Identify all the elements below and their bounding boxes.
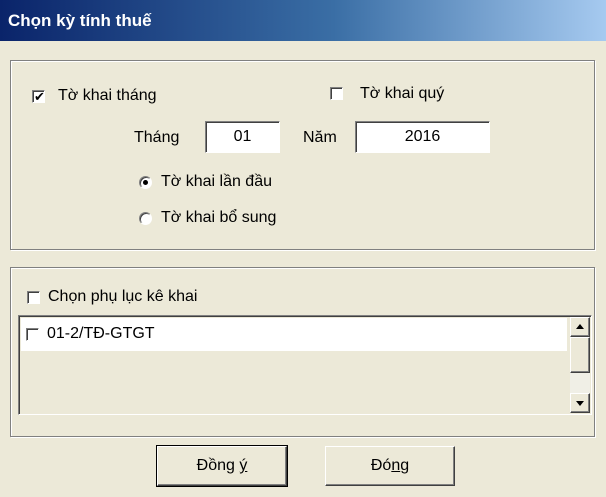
ok-label-start: Đồng	[196, 457, 240, 474]
ok-accelerator: ý	[239, 457, 248, 474]
quarterly-label[interactable]: Tờ khai quý	[360, 84, 444, 104]
close-label-start: Đó	[370, 457, 392, 474]
monthly-label[interactable]: Tờ khai tháng	[58, 86, 157, 106]
month-input[interactable]: 01	[205, 121, 280, 153]
close-accelerator: n	[391, 457, 401, 474]
quarterly-checkbox[interactable]	[330, 87, 343, 100]
radio-selected-dot	[143, 180, 148, 185]
vertical-scrollbar[interactable]	[570, 317, 590, 413]
appendix-checkbox[interactable]	[27, 291, 40, 304]
supplementary-filing-radio[interactable]	[139, 212, 152, 225]
appendix-label[interactable]: Chọn phụ lục kê khai	[48, 287, 197, 307]
monthly-checkbox[interactable]: ✔	[32, 89, 45, 104]
appendix-list[interactable]: 01-2/TĐ-GTGT	[18, 315, 592, 415]
scroll-thumb[interactable]	[570, 337, 590, 373]
close-label-end: g	[400, 457, 410, 474]
arrow-up-icon	[576, 324, 584, 329]
arrow-down-icon	[576, 401, 584, 406]
year-label: Năm	[303, 129, 337, 146]
scroll-up-button[interactable]	[570, 317, 590, 337]
close-button[interactable]: Đóng	[325, 446, 455, 486]
window-title: Chọn kỳ tính thuế	[0, 0, 606, 41]
supplementary-filing-label[interactable]: Tờ khai bổ sung	[161, 208, 276, 228]
checkmark-icon: ✔	[34, 89, 45, 104]
year-input[interactable]: 2016	[355, 121, 490, 153]
first-filing-radio[interactable]	[139, 176, 152, 189]
scroll-down-button[interactable]	[570, 393, 590, 413]
list-item[interactable]: 01-2/TĐ-GTGT	[21, 318, 567, 351]
ok-button[interactable]: Đồng ý	[156, 445, 288, 487]
list-item-checkbox[interactable]	[26, 328, 39, 341]
month-label: Tháng	[134, 129, 180, 146]
list-item-label: 01-2/TĐ-GTGT	[47, 325, 155, 342]
first-filing-label[interactable]: Tờ khai lần đầu	[161, 172, 272, 192]
